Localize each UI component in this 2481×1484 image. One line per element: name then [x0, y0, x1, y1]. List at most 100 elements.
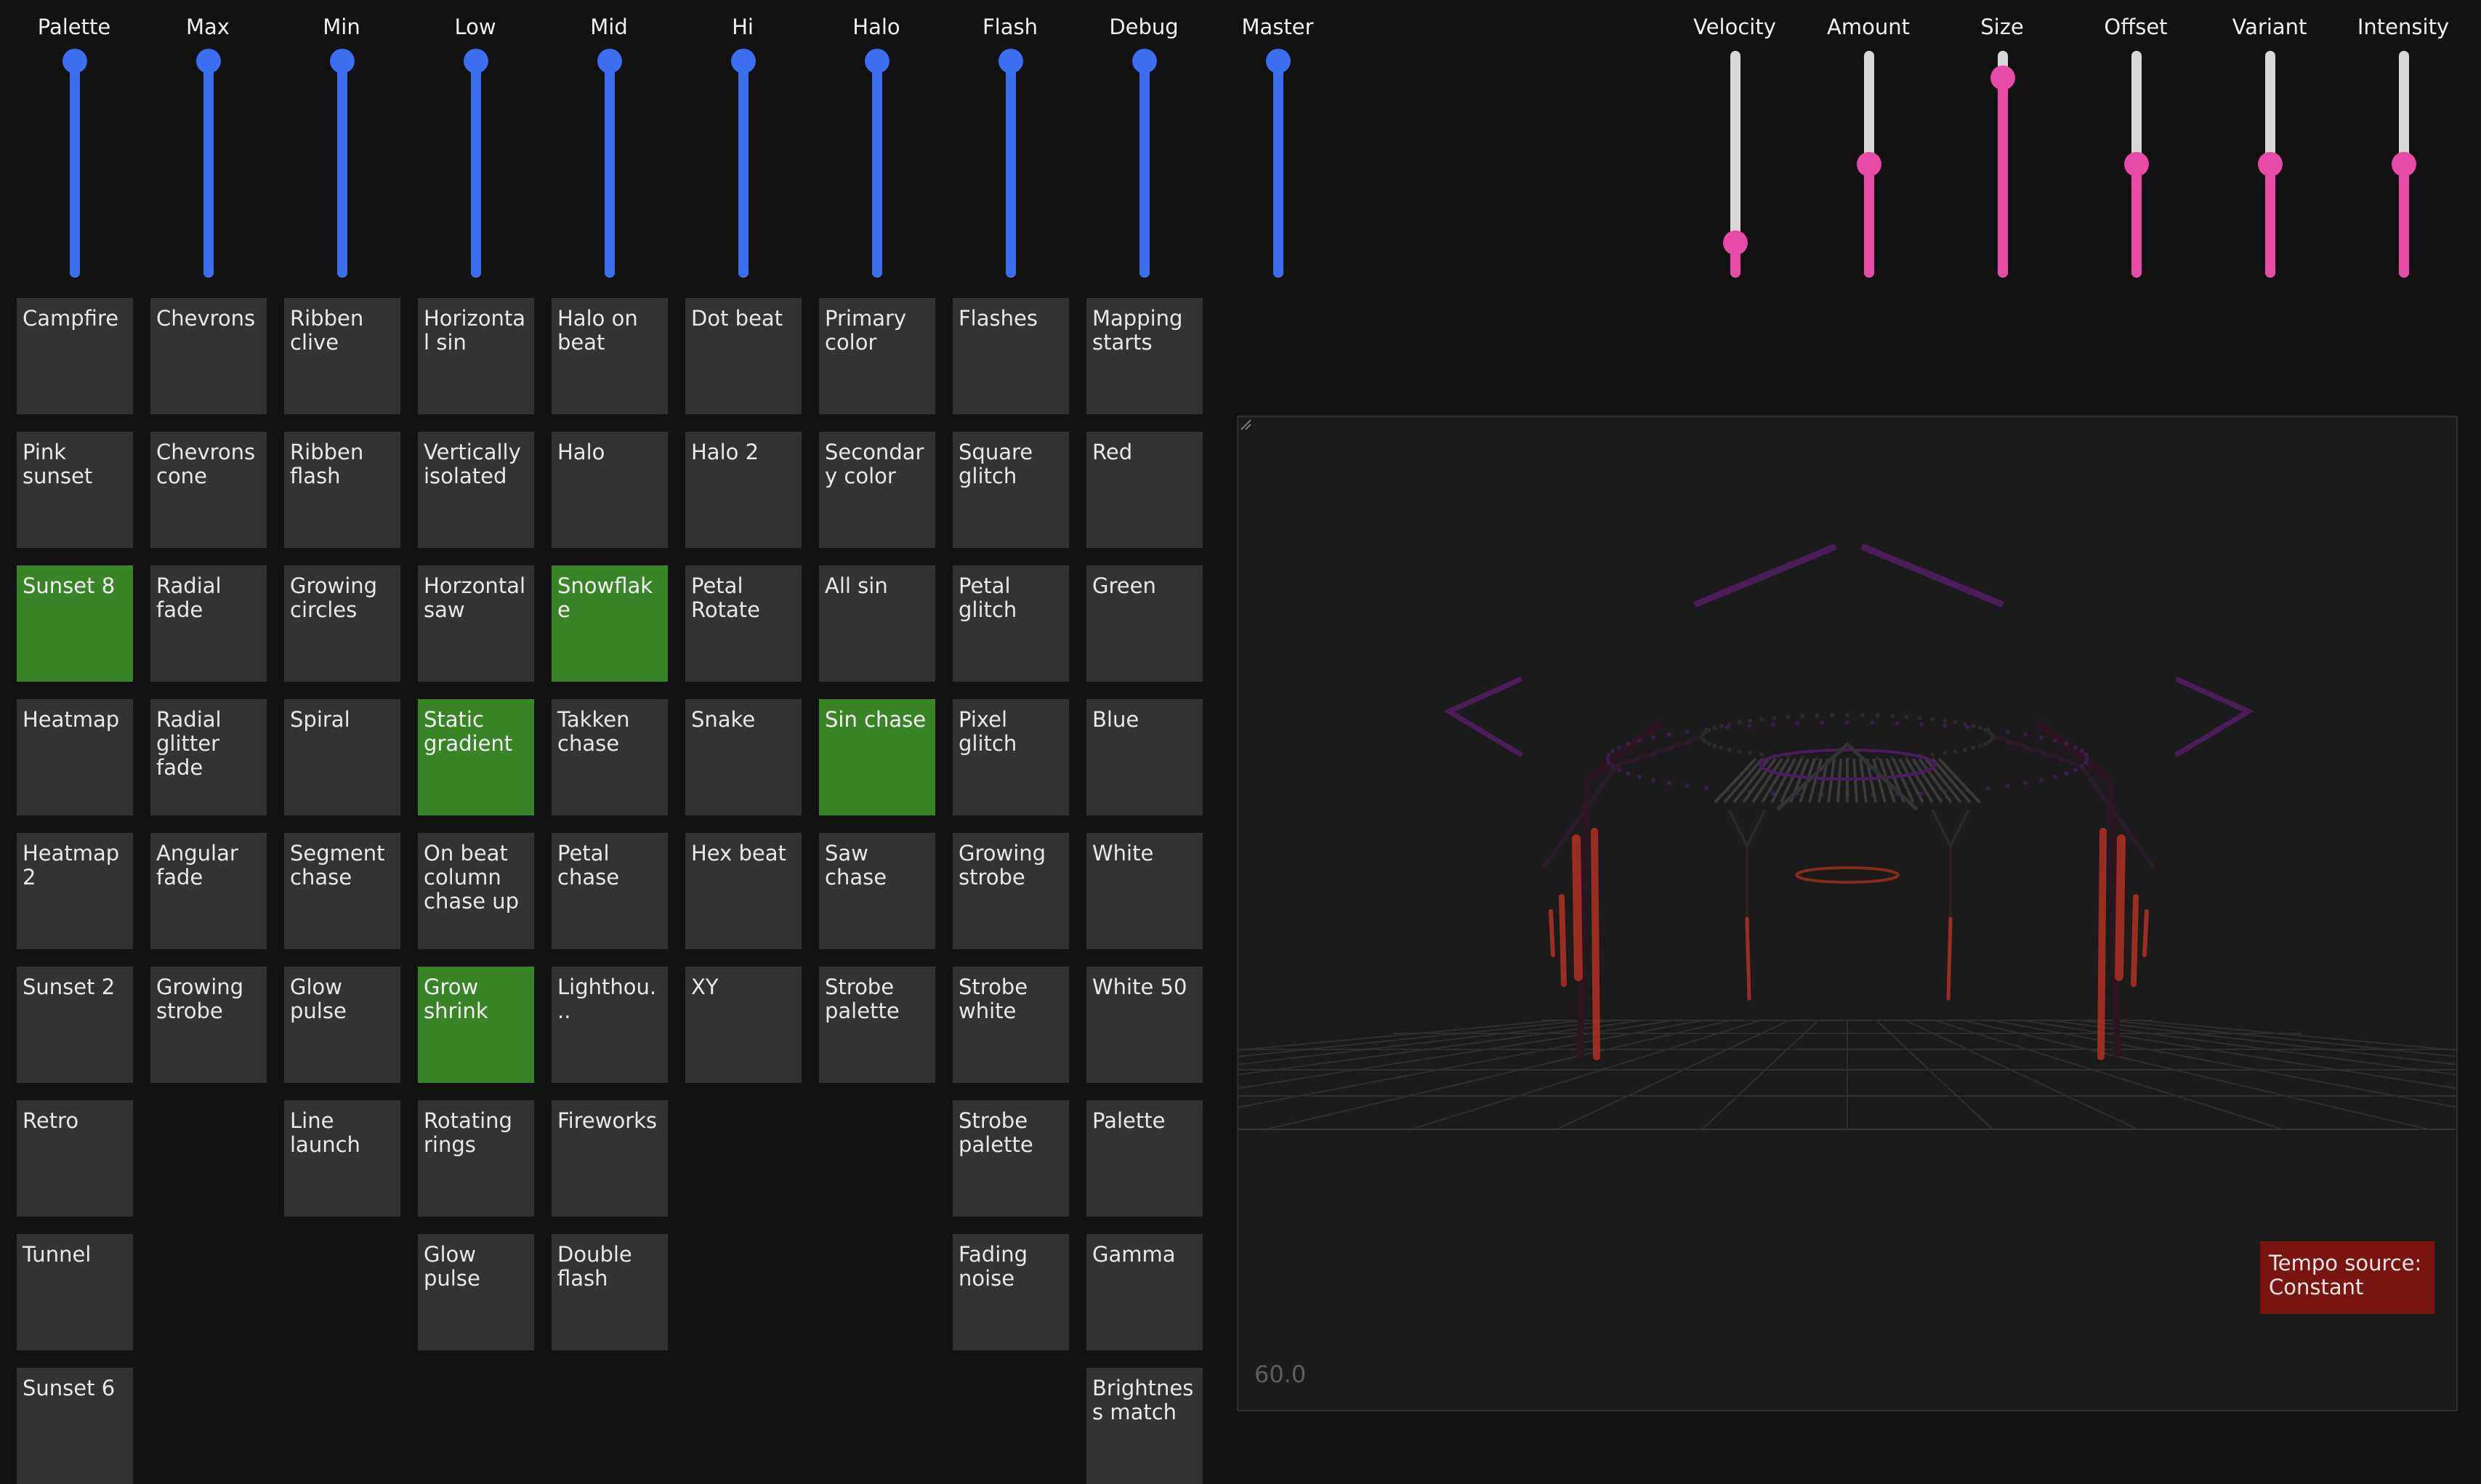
- led-ring: [1795, 721, 1800, 726]
- pad-max-4[interactable]: Angular fade: [150, 833, 267, 949]
- pad-debug-0[interactable]: Mapping starts: [1086, 298, 1203, 414]
- pad-palette-3[interactable]: Heatmap: [17, 699, 133, 815]
- led-ring: [1860, 713, 1865, 718]
- pad-flash-0[interactable]: Flashes: [953, 298, 1069, 414]
- pad-min-4[interactable]: Segment chase: [284, 833, 400, 949]
- pad-halo-4[interactable]: Saw chase: [819, 833, 935, 949]
- slider-thumb[interactable]: [2392, 152, 2416, 177]
- pad-debug-3[interactable]: Blue: [1086, 699, 1203, 815]
- led-ring: [1953, 749, 1958, 754]
- pad-mid-1[interactable]: Halo: [552, 432, 668, 548]
- pad-hi-4[interactable]: Hex beat: [685, 833, 802, 949]
- led-ring: [1943, 723, 1948, 728]
- pad-flash-6[interactable]: Strobe palette: [953, 1100, 1069, 1217]
- pad-low-5[interactable]: Grow shrink: [418, 967, 534, 1083]
- pad-palette-2[interactable]: Sunset 8: [17, 565, 133, 682]
- pad-halo-3[interactable]: Sin chase: [819, 699, 935, 815]
- pad-debug-5[interactable]: White 50: [1086, 967, 1203, 1083]
- pad-debug-6[interactable]: Palette: [1086, 1100, 1203, 1217]
- pad-debug-8[interactable]: Brightness match: [1086, 1368, 1203, 1484]
- slider-thumb[interactable]: [2258, 152, 2283, 177]
- slider-amount[interactable]: Amount: [1802, 0, 1935, 291]
- pad-palette-1[interactable]: Pink sunset: [17, 432, 133, 548]
- resize-grip-icon[interactable]: [1238, 417, 1251, 430]
- pad-hi-2[interactable]: Petal Rotate: [685, 565, 802, 682]
- pad-min-6[interactable]: Line launch: [284, 1100, 400, 1217]
- pad-min-3[interactable]: Spiral: [284, 699, 400, 815]
- slider-variant[interactable]: Variant: [2203, 0, 2336, 291]
- pad-max-0[interactable]: Chevrons: [150, 298, 267, 414]
- pad-halo-0[interactable]: Primary color: [819, 298, 935, 414]
- pad-max-3[interactable]: Radial glitter fade: [150, 699, 267, 815]
- pad-palette-6[interactable]: Retro: [17, 1100, 133, 1217]
- slider-intensity[interactable]: Intensity: [2336, 0, 2470, 291]
- pad-low-2[interactable]: Horzontal saw: [418, 565, 534, 682]
- pad-debug-1[interactable]: Red: [1086, 432, 1203, 548]
- slider-thumb[interactable]: [1857, 152, 1881, 177]
- led-ring: [1759, 717, 1764, 722]
- pad-mid-2[interactable]: Snowflake: [552, 565, 668, 682]
- pad-palette-0[interactable]: Campfire: [17, 298, 133, 414]
- pad-debug-7[interactable]: Gamma: [1086, 1234, 1203, 1350]
- pad-halo-5[interactable]: Strobe palette: [819, 967, 935, 1083]
- pad-max-2[interactable]: Radial fade: [150, 565, 267, 682]
- center-fan-strip: [1859, 758, 1868, 803]
- pad-palette-7[interactable]: Tunnel: [17, 1234, 133, 1350]
- led-ring: [1727, 722, 1732, 727]
- slider-fill: [1998, 78, 2008, 278]
- slider-thumb[interactable]: [2124, 152, 2149, 177]
- slider-velocity[interactable]: Velocity: [1668, 0, 1802, 291]
- pad-hi-0[interactable]: Dot beat: [685, 298, 802, 414]
- pad-flash-2[interactable]: Petal glitch: [953, 565, 1069, 682]
- pad-mid-5[interactable]: Lighthou...: [552, 967, 668, 1083]
- pad-low-4[interactable]: On beat column chase up: [418, 833, 534, 949]
- pad-low-6[interactable]: Rotating rings: [418, 1100, 534, 1217]
- led-ring: [1845, 720, 1849, 725]
- pad-palette-5[interactable]: Sunset 2: [17, 967, 133, 1083]
- pad-low-0[interactable]: Horizontal sin: [418, 298, 534, 414]
- pad-flash-5[interactable]: Strobe white: [953, 967, 1069, 1083]
- pad-hi-5[interactable]: XY: [685, 967, 802, 1083]
- pad-flash-7[interactable]: Fading noise: [953, 1234, 1069, 1350]
- pad-min-1[interactable]: Ribben flash: [284, 432, 400, 548]
- pad-min-5[interactable]: Glow pulse: [284, 967, 400, 1083]
- pad-low-3[interactable]: Static gradient: [418, 699, 534, 815]
- pad-min-0[interactable]: Ribben clive: [284, 298, 400, 414]
- led-ring: [1962, 747, 1967, 752]
- pad-mid-7[interactable]: Double flash: [552, 1234, 668, 1350]
- 3d-preview-viewport[interactable]: 60.0 Tempo source: Constant: [1237, 416, 2458, 1411]
- pad-flash-4[interactable]: Growing strobe: [953, 833, 1069, 949]
- slider-label: Variant: [2232, 15, 2307, 39]
- pad-halo-1[interactable]: Secondary color: [819, 432, 935, 548]
- pad-debug-2[interactable]: Green: [1086, 565, 1203, 682]
- pad-palette-8[interactable]: Sunset 6: [17, 1368, 133, 1484]
- led-ring: [1971, 746, 1976, 750]
- tempo-source-button[interactable]: Tempo source: Constant: [2260, 1241, 2434, 1314]
- slider-thumb[interactable]: [1990, 65, 2015, 90]
- pad-palette-4[interactable]: Heatmap 2: [17, 833, 133, 949]
- pad-max-1[interactable]: Chevrons cone: [150, 432, 267, 548]
- slider-thumb[interactable]: [1723, 230, 1748, 255]
- pad-mid-0[interactable]: Halo on beat: [552, 298, 668, 414]
- slider-size[interactable]: Size: [1935, 0, 2069, 291]
- pad-debug-4[interactable]: White: [1086, 833, 1203, 949]
- pad-halo-2[interactable]: All sin: [819, 565, 935, 682]
- pad-flash-1[interactable]: Square glitch: [953, 432, 1069, 548]
- led-ring: [1737, 749, 1742, 754]
- pad-hi-1[interactable]: Halo 2: [685, 432, 802, 548]
- pad-low-7[interactable]: Glow pulse: [418, 1234, 534, 1350]
- slider-offset[interactable]: Offset: [2069, 0, 2203, 291]
- led-ring: [1712, 743, 1717, 749]
- floor-grid-line: [1934, 1020, 2284, 1130]
- led-ring: [1719, 724, 1724, 728]
- pad-low-1[interactable]: Vertically isolated: [418, 432, 534, 548]
- pad-mid-4[interactable]: Petal chase: [552, 833, 668, 949]
- led-ring: [2052, 775, 2057, 779]
- slider-fill: [2399, 164, 2409, 278]
- pad-hi-3[interactable]: Snake: [685, 699, 802, 815]
- pad-mid-6[interactable]: Fireworks: [552, 1100, 668, 1217]
- pad-flash-3[interactable]: Pixel glitch: [953, 699, 1069, 815]
- pad-max-5[interactable]: Growing strobe: [150, 967, 267, 1083]
- pad-mid-3[interactable]: Takken chase: [552, 699, 668, 815]
- pad-min-2[interactable]: Growing circles: [284, 565, 400, 682]
